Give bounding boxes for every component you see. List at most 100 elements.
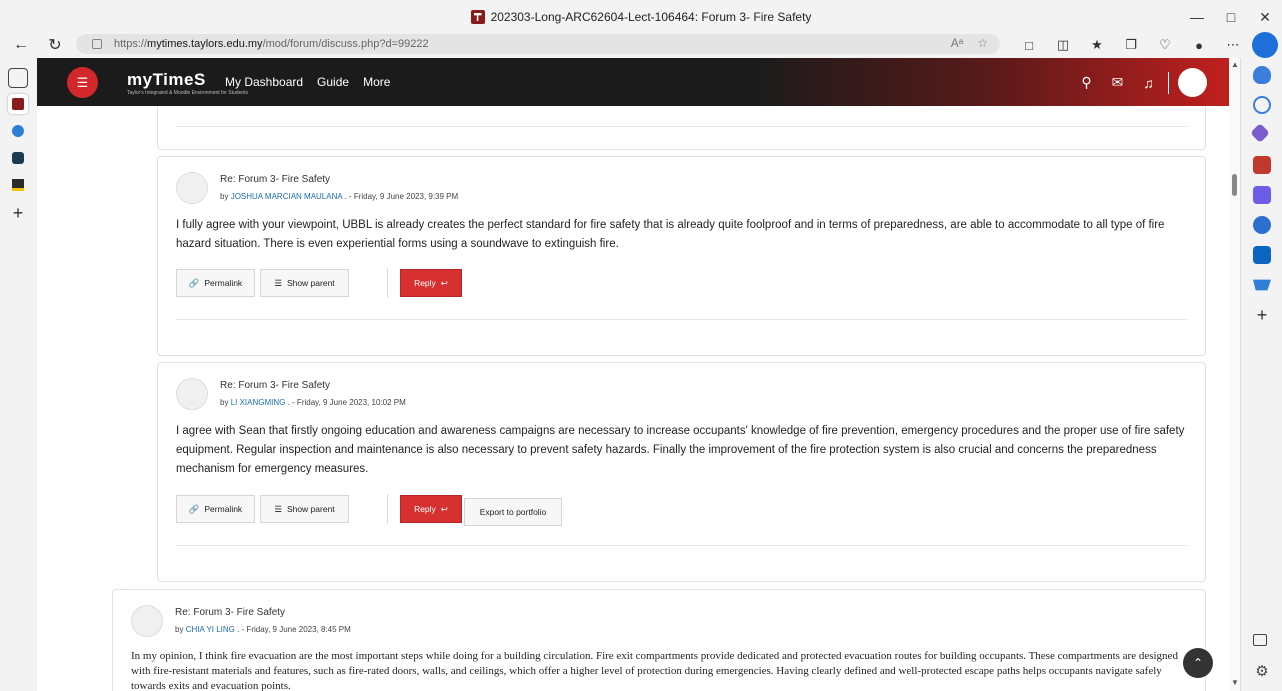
header-icons: ⚲ ✉ ♫ bbox=[1071, 68, 1207, 97]
post-content: In my opinion, I think fire evacuation a… bbox=[131, 650, 1178, 691]
byline-by: by bbox=[220, 192, 229, 201]
url-path: /mod/forum/discuss.php?d=99222 bbox=[262, 38, 429, 50]
post-content: I fully agree with your viewpoint, UBBL … bbox=[176, 219, 1165, 250]
post-subject: Re: Forum 3- Fire Safety bbox=[175, 607, 286, 618]
permalink-button[interactable]: 🔗 Permalink bbox=[176, 269, 255, 297]
browser-essentials-icon[interactable]: ♡ bbox=[1148, 34, 1182, 56]
profile-icon[interactable]: ● bbox=[1182, 34, 1216, 56]
vertical-tab-strip: + bbox=[0, 58, 37, 691]
refresh-icon[interactable]: ↻ bbox=[43, 34, 67, 56]
drawer-toggle-button[interactable]: ☰ bbox=[67, 67, 98, 98]
tab-actions-icon[interactable] bbox=[8, 68, 28, 88]
reply-label: Reply bbox=[414, 504, 436, 514]
author-avatar[interactable] bbox=[131, 605, 163, 637]
byline-by: by bbox=[175, 625, 184, 634]
reply-button[interactable]: Reply ↩ bbox=[400, 495, 462, 523]
split-screen-icon[interactable]: ◫ bbox=[1046, 34, 1080, 56]
window-title: 202303-Long-ARC62604-Lect-106464: Forum … bbox=[490, 10, 812, 24]
post-author-link[interactable]: LI XIANGMING bbox=[231, 398, 286, 407]
author-avatar[interactable] bbox=[176, 172, 208, 204]
browser-sidebar: + ⚙ bbox=[1240, 58, 1282, 691]
tools-briefcase-icon[interactable] bbox=[1253, 156, 1271, 174]
search-icon[interactable]: ⚲ bbox=[1071, 69, 1102, 97]
address-bar[interactable]: https://mytimes.taylors.edu.my/mod/forum… bbox=[76, 34, 1000, 54]
post-date: . - Friday, 9 June 2023, 9:39 PM bbox=[342, 192, 459, 201]
action-divider bbox=[387, 494, 388, 524]
post-content: I agree with Sean that firstly ongoing e… bbox=[176, 425, 1185, 475]
scrollbar-thumb[interactable] bbox=[1232, 174, 1237, 196]
byline-by: by bbox=[220, 398, 229, 407]
nav-more[interactable]: More bbox=[363, 75, 390, 89]
post-author-link[interactable]: CHIA YI LING bbox=[186, 625, 235, 634]
show-parent-button[interactable]: ☰ Show parent bbox=[260, 269, 349, 297]
show-parent-button[interactable]: ☰ Show parent bbox=[260, 495, 349, 523]
link-icon: 🔗 bbox=[188, 277, 200, 288]
post-divider bbox=[176, 545, 1187, 546]
maximize-icon[interactable]: □ bbox=[1214, 0, 1248, 34]
shopping-tag-icon[interactable] bbox=[1250, 123, 1270, 143]
back-icon[interactable]: ← bbox=[9, 34, 33, 56]
permalink-label: Permalink bbox=[204, 504, 243, 514]
action-divider bbox=[387, 268, 388, 298]
hide-sidebar-icon[interactable] bbox=[1253, 634, 1267, 646]
page-scrollbar[interactable]: ▲ ▼ bbox=[1229, 58, 1240, 691]
nav-guide[interactable]: Guide bbox=[317, 75, 349, 89]
permalink-label: Permalink bbox=[204, 278, 243, 288]
logo-text: myTimeS bbox=[127, 70, 206, 89]
browser-toolbar: ← ↻ https://mytimes.taylors.edu.my/mod/f… bbox=[0, 34, 1282, 58]
settings-gear-icon[interactable]: ⚙ bbox=[1253, 663, 1271, 681]
add-sidebar-app-icon[interactable]: + bbox=[1253, 306, 1271, 324]
primary-navigation: My Dashboard Guide More bbox=[225, 75, 390, 89]
minimize-icon[interactable]: — bbox=[1180, 0, 1214, 34]
favorites-icon[interactable]: ★ bbox=[1080, 34, 1114, 56]
export-label: Export to portfolio bbox=[479, 507, 547, 517]
scroll-up-arrow-icon[interactable]: ▲ bbox=[1231, 60, 1239, 69]
tab-mytimes-icon[interactable] bbox=[8, 94, 28, 114]
games-icon[interactable] bbox=[1253, 186, 1271, 204]
new-tab-icon[interactable]: + bbox=[8, 203, 28, 223]
link-icon: 🔗 bbox=[188, 503, 200, 514]
collections-icon[interactable]: ❐ bbox=[1114, 34, 1148, 56]
office-icon[interactable] bbox=[1253, 216, 1271, 234]
user-avatar[interactable] bbox=[1178, 68, 1207, 97]
export-to-portfolio-button[interactable]: Export to portfolio bbox=[464, 498, 562, 526]
search-sidebar-icon[interactable] bbox=[1253, 96, 1271, 114]
forum-post: Re: Forum 3- Fire Safety by JOSHUA MARCI… bbox=[157, 156, 1206, 356]
reply-label: Reply bbox=[414, 278, 436, 288]
more-options-icon[interactable]: ⋯ bbox=[1216, 34, 1250, 56]
post-date: . - Friday, 9 June 2023, 10:02 PM bbox=[285, 398, 406, 407]
browser-title-bar: 202303-Long-ARC62604-Lect-106464: Forum … bbox=[0, 0, 1282, 34]
extensions-icon[interactable]: □ bbox=[1012, 34, 1046, 56]
messages-icon[interactable]: ✉ bbox=[1102, 69, 1133, 97]
bing-copilot-icon[interactable] bbox=[1252, 32, 1278, 58]
permalink-button[interactable]: 🔗 Permalink bbox=[176, 495, 255, 523]
show-parent-label: Show parent bbox=[286, 504, 335, 514]
read-aloud-icon[interactable]: Aᵃ bbox=[951, 36, 963, 50]
notifications-icon[interactable]: ♫ bbox=[1133, 69, 1164, 97]
close-icon[interactable]: ✕ bbox=[1248, 0, 1282, 34]
author-avatar[interactable] bbox=[176, 378, 208, 410]
post-divider bbox=[176, 319, 1187, 320]
tab-blue-site-icon[interactable] bbox=[8, 121, 28, 141]
notifications-bell-icon[interactable] bbox=[1253, 66, 1271, 84]
tab-dark-site-icon[interactable] bbox=[8, 148, 28, 168]
logo-subtitle: Taylor's Integrated & Moodle Environment… bbox=[127, 90, 249, 96]
nav-my-dashboard[interactable]: My Dashboard bbox=[225, 75, 303, 89]
shopping-cart-icon[interactable] bbox=[1253, 279, 1271, 291]
tab-yellow-site-icon[interactable] bbox=[8, 175, 28, 195]
url-host: mytimes.taylors.edu.my bbox=[147, 38, 263, 50]
list-icon: ☰ bbox=[274, 503, 282, 514]
scroll-down-arrow-icon[interactable]: ▼ bbox=[1231, 678, 1239, 687]
back-to-top-button[interactable]: ⌃ bbox=[1183, 648, 1213, 678]
page-viewport: ☰ myTimeS Taylor's Integrated & Moodle E… bbox=[37, 58, 1229, 691]
post-author-link[interactable]: JOSHUA MARCIAN MAULANA bbox=[231, 192, 343, 201]
favorite-star-icon[interactable]: ☆ bbox=[977, 36, 988, 50]
site-header: ☰ myTimeS Taylor's Integrated & Moodle E… bbox=[37, 58, 1229, 106]
show-parent-label: Show parent bbox=[286, 278, 335, 288]
chevron-up-icon: ⌃ bbox=[1192, 656, 1204, 670]
post-byline: by JOSHUA MARCIAN MAULANA . - Friday, 9 … bbox=[220, 192, 458, 201]
lock-icon bbox=[92, 39, 102, 49]
reply-arrow-icon: ↩ bbox=[440, 503, 448, 514]
outlook-icon[interactable] bbox=[1253, 246, 1271, 264]
reply-button[interactable]: Reply ↩ bbox=[400, 269, 462, 297]
